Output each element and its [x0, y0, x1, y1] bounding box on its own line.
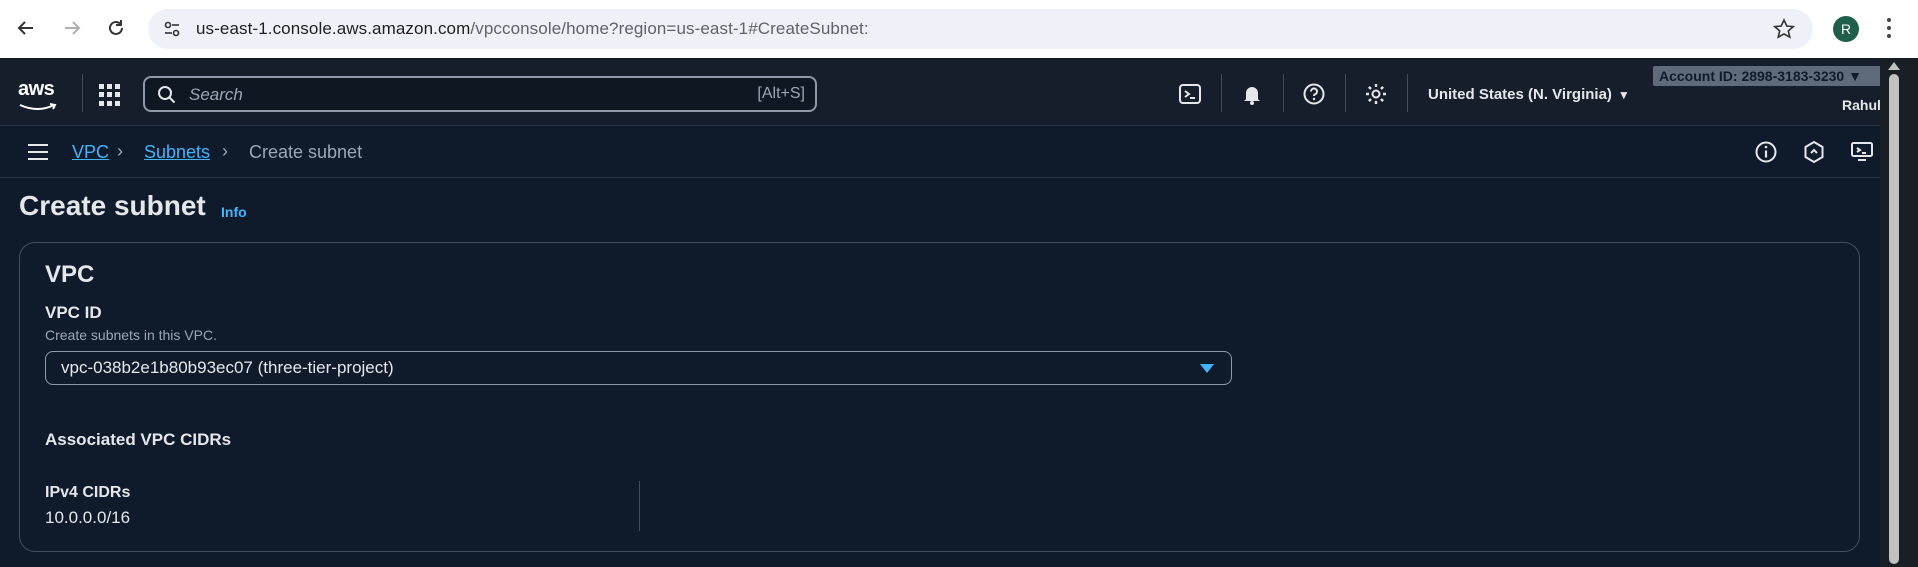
- scroll-up-arrow-icon[interactable]: [1888, 62, 1900, 70]
- aws-smile-icon: [19, 103, 57, 110]
- cloudshell-icon[interactable]: [1178, 82, 1202, 106]
- account-id-text: Account ID: 2898-3183-3230: [1659, 68, 1845, 84]
- nav-divider: [82, 74, 83, 112]
- vpc-container: VPC VPC ID Create subnets in this VPC. v…: [19, 242, 1860, 552]
- search-shortcut: [Alt+S]: [757, 85, 805, 102]
- vpc-id-description: Create subnets in this VPC.: [45, 327, 217, 343]
- nav-divider: [1221, 74, 1222, 112]
- breadcrumb-vpc[interactable]: VPC: [72, 142, 109, 163]
- chevron-right-icon: ›: [117, 141, 123, 161]
- site-settings-icon[interactable]: [162, 19, 182, 39]
- region-label: United States (N. Virginia): [1428, 86, 1612, 103]
- nav-divider: [1407, 74, 1408, 112]
- settings-gear-icon[interactable]: [1364, 82, 1388, 106]
- browser-chrome: us-east-1.console.aws.amazon.com/vpccons…: [0, 0, 1918, 58]
- aws-logo-text: aws: [18, 78, 55, 100]
- column-divider: [639, 481, 640, 531]
- breadcrumb-current: Create subnet: [249, 142, 363, 162]
- nav-divider: [1345, 74, 1346, 112]
- notifications-bell-icon[interactable]: [1240, 82, 1264, 106]
- region-selector[interactable]: United States (N. Virginia) ▼: [1428, 86, 1630, 103]
- page-scrollbar-thumb[interactable]: [1889, 74, 1899, 564]
- arrow-right-icon: [65, 21, 81, 35]
- reload-button[interactable]: [102, 14, 130, 42]
- nav-divider: [1283, 74, 1284, 112]
- vpc-section-heading: VPC: [45, 261, 95, 288]
- url-path: /vpcconsole/home?region=us-east-1#Create…: [470, 19, 869, 38]
- page-scrollbar[interactable]: [1880, 58, 1918, 567]
- profile-avatar[interactable]: R: [1833, 16, 1859, 42]
- amazon-q-icon[interactable]: [1802, 140, 1826, 164]
- reload-icon: [109, 20, 123, 35]
- aws-top-nav: aws Search [Alt+S] United States (N. Vir…: [0, 58, 1880, 126]
- vpc-id-label: VPC ID: [45, 303, 102, 322]
- arrow-left-icon: [17, 21, 33, 35]
- account-id-badge[interactable]: Account ID: 2898-3183-3230 ▼: [1653, 66, 1886, 86]
- breadcrumb-bar: VPC › Subnets › Create subnet: [0, 126, 1880, 178]
- browser-menu-icon[interactable]: [1886, 18, 1892, 40]
- associated-cidrs-heading: Associated VPC CIDRs: [45, 430, 232, 449]
- caret-down-icon: ▼: [1848, 68, 1862, 84]
- info-panel-icon[interactable]: [1754, 140, 1778, 164]
- feedback-screen-icon[interactable]: [1850, 140, 1874, 164]
- vpc-id-selected-value: vpc-038b2e1b80b93ec07 (three-tier-projec…: [61, 358, 394, 377]
- ipv4-cidrs-label: IPv4 CIDRs: [45, 484, 131, 501]
- services-grid-icon[interactable]: [99, 84, 121, 106]
- url-text: us-east-1.console.aws.amazon.com/vpccons…: [196, 19, 869, 39]
- breadcrumb-subnets[interactable]: Subnets: [144, 142, 210, 163]
- search-bar[interactable]: Search [Alt+S]: [143, 76, 817, 112]
- caret-down-icon: [1200, 364, 1214, 373]
- address-bar[interactable]: us-east-1.console.aws.amazon.com/vpccons…: [148, 9, 1813, 49]
- back-button[interactable]: [12, 14, 40, 42]
- forward-button[interactable]: [58, 14, 86, 42]
- search-placeholder: Search: [189, 85, 243, 104]
- side-nav-menu-icon[interactable]: [28, 144, 48, 160]
- caret-down-icon: ▼: [1617, 88, 1630, 102]
- username[interactable]: Rahul: [1842, 97, 1881, 113]
- search-icon: [158, 86, 176, 104]
- chevron-right-icon: ›: [222, 141, 228, 161]
- ipv4-cidrs-value: 10.0.0.0/16: [45, 508, 131, 527]
- page-title: Create subnet: [19, 190, 206, 221]
- help-icon[interactable]: [1302, 82, 1326, 106]
- bookmark-star-icon[interactable]: [1773, 18, 1795, 40]
- aws-logo[interactable]: aws: [18, 78, 62, 110]
- vpc-id-select[interactable]: vpc-038b2e1b80b93ec07 (three-tier-projec…: [45, 351, 1232, 385]
- url-host: us-east-1.console.aws.amazon.com: [196, 19, 471, 38]
- info-link[interactable]: Info: [221, 204, 247, 220]
